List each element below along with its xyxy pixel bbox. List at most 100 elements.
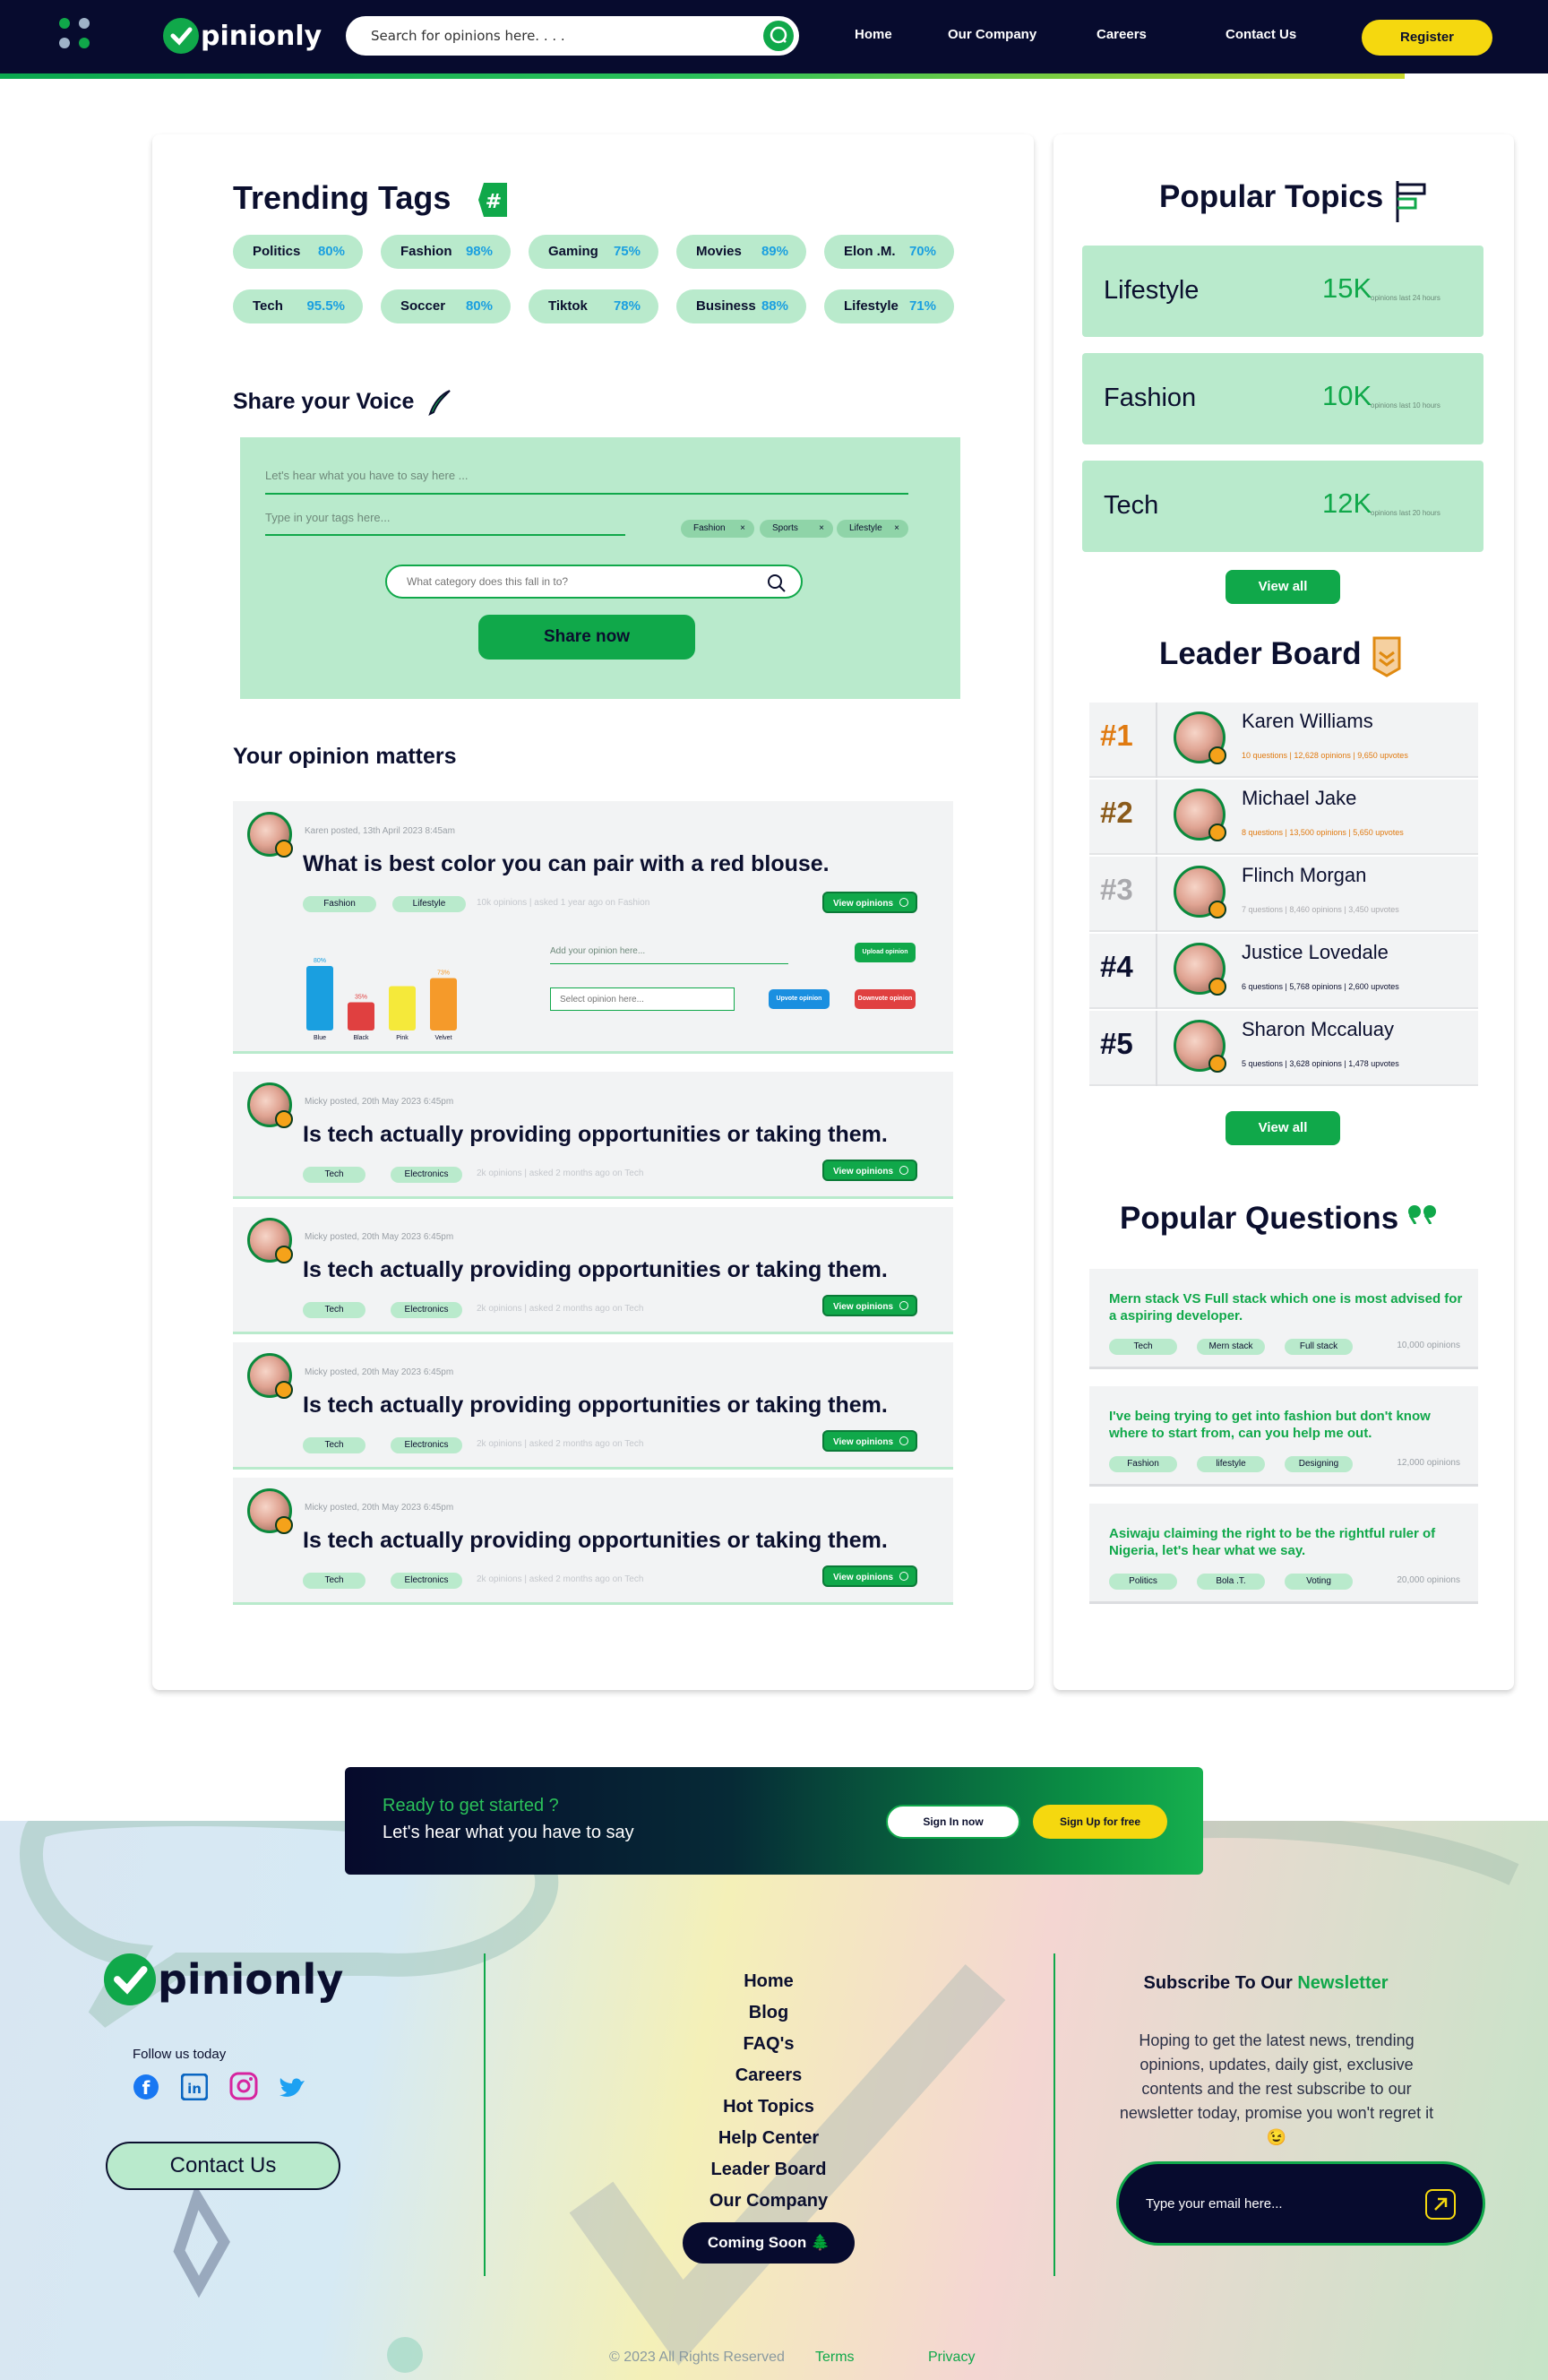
chart-bar-black[interactable] <box>348 1002 374 1031</box>
trending-tag-pill[interactable]: Business 88% <box>676 289 806 323</box>
chip-fashion[interactable]: Fashion × <box>681 520 754 538</box>
search-icon[interactable] <box>767 573 787 593</box>
footer-link[interactable]: Home <box>627 1971 910 1992</box>
footer-link[interactable]: Hot Topics <box>627 2097 910 2117</box>
view-opinions-button[interactable]: View opinions <box>822 1160 917 1181</box>
tag-pill[interactable]: Tech <box>303 1167 366 1183</box>
footer-link[interactable]: Careers <box>627 2065 910 2086</box>
select-opinion-input[interactable] <box>550 987 735 1011</box>
register-button[interactable]: Register <box>1362 20 1492 56</box>
avatar[interactable] <box>1174 1020 1226 1073</box>
tag-pill[interactable]: Tech <box>303 1302 366 1318</box>
footer-link[interactable]: Our Company <box>627 2191 910 2212</box>
tag-pill[interactable]: Electronics <box>391 1167 462 1183</box>
tag-pill[interactable]: Designing <box>1285 1456 1353 1472</box>
facebook-icon[interactable]: f <box>133 2074 159 2100</box>
question-title[interactable]: Is tech actually providing opportunities… <box>303 1122 888 1148</box>
sign-in-button[interactable]: Sign In now <box>886 1805 1020 1839</box>
question-title[interactable]: Is tech actually providing opportunities… <box>303 1393 888 1419</box>
leaderboard-row[interactable]: #4 Justice Lovedale 6 questions | 5,768 op… <box>1089 934 1478 1009</box>
avatar[interactable] <box>247 812 293 858</box>
email-input[interactable] <box>1146 2189 1415 2218</box>
tag-pill[interactable]: Politics <box>1109 1574 1177 1590</box>
twitter-icon[interactable] <box>278 2075 306 2100</box>
nav-careers[interactable]: Careers <box>1096 27 1147 42</box>
chip-sports[interactable]: Sports × <box>760 520 833 538</box>
footer-link[interactable]: Leader Board <box>627 2160 910 2180</box>
popular-topic-card[interactable]: Tech 12K opinions last 20 hours <box>1082 461 1484 552</box>
chip-close-icon[interactable]: × <box>894 520 899 538</box>
tag-pill[interactable]: Voting <box>1285 1574 1353 1590</box>
brand-logo[interactable]: pinionly <box>163 18 322 54</box>
view-opinions-button[interactable]: View opinions <box>822 1430 917 1452</box>
trending-tag-pill[interactable]: Soccer 80% <box>381 289 511 323</box>
trending-tag-pill[interactable]: Gaming 75% <box>529 235 658 269</box>
chip-close-icon[interactable]: × <box>819 520 824 538</box>
question-title[interactable]: What is best color you can pair with a r… <box>303 851 830 877</box>
privacy-link[interactable]: Privacy <box>928 2350 975 2366</box>
question-title[interactable]: Is tech actually providing opportunities… <box>303 1257 888 1283</box>
tag-pill[interactable]: Fashion <box>303 896 376 912</box>
chip-close-icon[interactable]: × <box>740 520 745 538</box>
avatar[interactable] <box>247 1218 293 1263</box>
tag-pill[interactable]: Electronics <box>391 1302 462 1318</box>
trending-tag-pill[interactable]: Politics 80% <box>233 235 363 269</box>
tag-pill[interactable]: Electronics <box>391 1573 462 1589</box>
avatar[interactable] <box>247 1082 293 1128</box>
tag-pill[interactable]: Full stack <box>1285 1339 1353 1355</box>
view-opinions-button[interactable]: View opinions <box>822 892 917 913</box>
search-input[interactable] <box>371 16 747 56</box>
tag-pill[interactable]: Bola .T. <box>1197 1574 1265 1590</box>
chart-bar-velvet[interactable] <box>430 978 457 1031</box>
tag-pill[interactable]: Tech <box>303 1573 366 1589</box>
popular-question-card[interactable]: I've being trying to get into fashion bu… <box>1089 1386 1478 1487</box>
opinion-text-input[interactable] <box>265 457 908 495</box>
leaderboard-row[interactable]: #1 Karen Williams 10 questions | 12,628 op… <box>1089 703 1478 778</box>
trending-tag-pill[interactable]: Tech 95.5% <box>233 289 363 323</box>
footer-link[interactable]: FAQ's <box>627 2034 910 2055</box>
footer-link[interactable]: Blog <box>627 2003 910 2023</box>
downvote-opinion-button[interactable]: Downvote opinion <box>855 989 916 1009</box>
terms-link[interactable]: Terms <box>815 2350 855 2366</box>
popular-topic-card[interactable]: Lifestyle 15K opinions last 24 hours <box>1082 246 1484 337</box>
leaderboard-row[interactable]: #3 Flinch Morgan 7 questions | 8,460 opini… <box>1089 857 1478 932</box>
popular-question-card[interactable]: Mern stack VS Full stack which one is mo… <box>1089 1269 1478 1369</box>
add-opinion-input[interactable] <box>550 939 788 964</box>
tag-pill[interactable]: Electronics <box>391 1437 462 1453</box>
category-input[interactable] <box>407 566 765 597</box>
tag-pill[interactable]: Lifestyle <box>392 896 466 912</box>
question-title[interactable]: Is tech actually providing opportunities… <box>303 1528 888 1554</box>
tag-pill[interactable]: lifestyle <box>1197 1456 1265 1472</box>
view-opinions-button[interactable]: View opinions <box>822 1295 917 1316</box>
trending-tag-pill[interactable]: Elon .M. 70% <box>824 235 954 269</box>
footer-link[interactable]: Help Center <box>627 2128 910 2149</box>
linkedin-icon[interactable]: in <box>181 2074 208 2100</box>
instagram-icon[interactable] <box>229 2072 258 2100</box>
tag-pill[interactable]: Mern stack <box>1197 1339 1265 1355</box>
submit-arrow-button[interactable] <box>1425 2189 1456 2220</box>
upvote-opinion-button[interactable]: Upvote opinion <box>769 989 830 1009</box>
nav-our-company[interactable]: Our Company <box>948 27 1036 42</box>
leaderboard-row[interactable]: #2 Michael Jake 8 questions | 13,500 opini… <box>1089 780 1478 855</box>
tag-pill[interactable]: Tech <box>1109 1339 1177 1355</box>
chart-bar-pink[interactable] <box>389 986 416 1031</box>
view-opinions-button[interactable]: View opinions <box>822 1565 917 1587</box>
avatar[interactable] <box>1174 711 1226 764</box>
avatar[interactable] <box>1174 943 1226 996</box>
share-now-button[interactable]: Share now <box>478 615 695 660</box>
leaderboard-view-all-button[interactable]: View all <box>1226 1111 1340 1145</box>
trending-tag-pill[interactable]: Fashion 98% <box>381 235 511 269</box>
tags-input[interactable] <box>265 500 625 536</box>
chart-bar-blue[interactable] <box>306 966 333 1030</box>
topics-view-all-button[interactable]: View all <box>1226 570 1340 604</box>
tag-pill[interactable]: Tech <box>303 1437 366 1453</box>
sign-up-button[interactable]: Sign Up for free <box>1033 1805 1167 1839</box>
nav-home[interactable]: Home <box>855 27 892 42</box>
chip-lifestyle[interactable]: Lifestyle × <box>837 520 908 538</box>
avatar[interactable] <box>1174 789 1226 841</box>
trending-tag-pill[interactable]: Lifestyle 71% <box>824 289 954 323</box>
trending-tag-pill[interactable]: Tiktok 78% <box>529 289 658 323</box>
search-button[interactable] <box>763 21 794 51</box>
avatar[interactable] <box>247 1488 293 1534</box>
avatar[interactable] <box>247 1353 293 1399</box>
